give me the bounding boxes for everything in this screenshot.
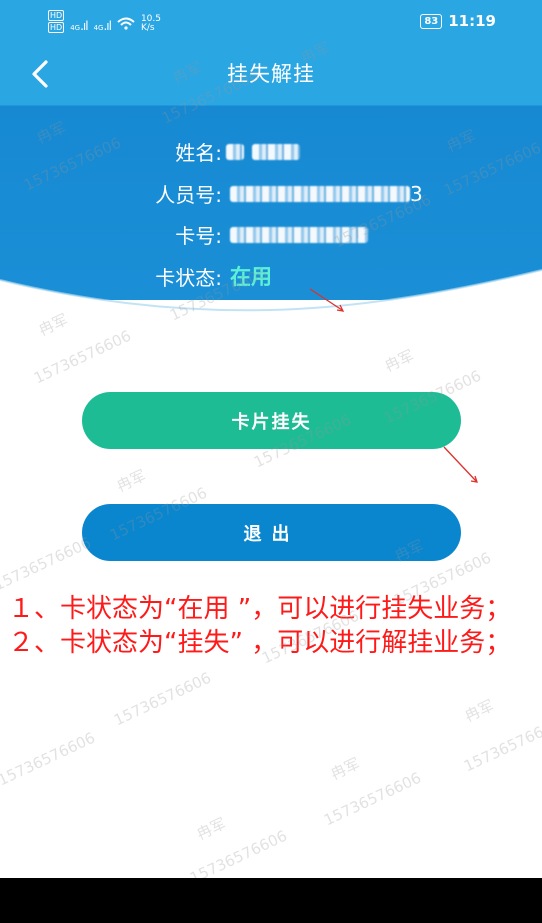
status-left: HD HD 4G.ıl 4G.ıl 10.5 K/s [48,10,161,33]
status-bar: HD HD 4G.ıl 4G.ıl 10.5 K/s 83 11:19 [0,0,542,40]
id-value-masked [230,185,410,202]
watermark-text: 15736576606 [187,826,290,880]
id-label: 人员号: [155,183,222,207]
card-number-value-masked [230,226,368,243]
wave-decoration [0,269,542,322]
exit-button[interactable]: 退出 [82,504,461,561]
id-row: 人员号: 3 [130,179,423,208]
arrow-annotation [309,288,345,312]
instruction-line-1: １、卡状态为“在用 ”，可以进行挂失业务； [8,594,512,624]
watermark-text: 冉军 [327,754,363,784]
arrow-annotation [443,446,478,483]
status-right: 83 11:19 [420,12,496,30]
instruction-line-2: ２、卡状态为“挂失” ，可以进行解挂业务； [8,628,512,658]
id-value-suffix: 3 [410,181,423,206]
report-lost-button[interactable]: 卡片挂失 [82,392,461,449]
battery-icon: 83 [420,13,443,29]
watermark-text: 15736576606 [31,326,134,388]
watermark-text: 15736576606 [461,714,542,776]
watermark-text: 15736576606 [111,668,214,730]
hd-badge: HD [48,22,65,33]
clock: 11:19 [448,12,496,30]
watermark-text: 冉军 [381,346,417,376]
instruction-text: １、卡状态为“在用 ”，可以进行挂失业务； ２、卡状态为“挂失” ，可以进行解挂… [8,592,536,660]
card-number-label: 卡号: [175,224,222,248]
network-speed: 10.5 K/s [140,14,161,33]
card-number-row: 卡号: [130,220,368,249]
name-row: 姓名: [130,137,300,166]
watermark-text: 冉军 [461,696,497,726]
name-value-masked [226,143,244,160]
watermark-text: 冉军 [193,814,229,844]
name-value-masked [252,143,300,160]
hd-badge: HD [48,10,65,21]
system-navigation-bar [0,878,542,923]
watermark-text: 15736576606 [0,728,98,790]
signal-icon: 4G.ıl [93,19,112,33]
nav-bar: 挂失解挂 [0,46,542,104]
wifi-icon [117,17,135,33]
watermark-text: 15736576606 [0,533,94,595]
name-label: 姓名: [175,141,222,165]
watermark-text: 冉军 [113,466,149,496]
signal-icon: 4G.ıl [70,19,88,33]
page-title: 挂失解挂 [227,62,315,86]
watermark-text: 15736576606 [321,768,424,830]
